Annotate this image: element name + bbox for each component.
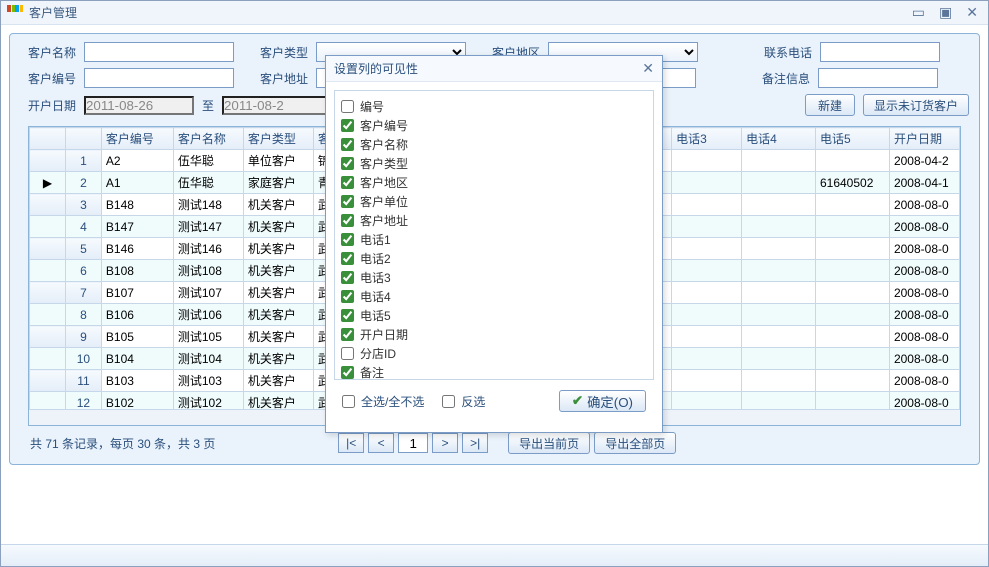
pager: |< < > >| 导出当前页 导出全部页 <box>338 432 676 454</box>
invert-checkbox[interactable]: 反选 <box>442 392 485 411</box>
column-visibility-dialog: 设置列的可见性 ✕ 编号客户编号客户名称客户类型客户地区客户单位客户地址电话1电… <box>325 55 663 433</box>
column-item[interactable]: 客户编号 <box>341 116 647 135</box>
column-item[interactable]: 编号 <box>341 97 647 116</box>
app-icon <box>7 5 23 21</box>
remark-input[interactable] <box>818 68 938 88</box>
column-item[interactable]: 客户名称 <box>341 135 647 154</box>
window-title: 客户管理 <box>29 4 77 21</box>
column-header[interactable]: 电话5 <box>815 128 889 150</box>
column-header[interactable]: 客户名称 <box>173 128 243 150</box>
maximize-icon[interactable]: ▣ <box>939 4 952 21</box>
record-summary: 共 71 条记录，每页 30 条，共 3 页 <box>30 435 215 452</box>
date-label: 开户日期 <box>20 97 76 114</box>
column-item[interactable]: 分店ID <box>341 344 647 363</box>
phone-input[interactable] <box>820 42 940 62</box>
name-label: 客户名称 <box>20 44 76 61</box>
statusbar <box>1 544 988 566</box>
date-from-input[interactable] <box>84 96 194 115</box>
titlebar[interactable]: 客户管理 ▭ ▣ ✕ <box>1 1 988 25</box>
column-header[interactable] <box>30 128 66 150</box>
dialog-title: 设置列的可见性 <box>334 60 418 77</box>
code-input[interactable] <box>84 68 234 88</box>
column-header[interactable]: 电话4 <box>742 128 816 150</box>
export-current-button[interactable]: 导出当前页 <box>508 432 590 454</box>
check-icon: ✔ <box>572 393 583 409</box>
export-all-button[interactable]: 导出全部页 <box>594 432 676 454</box>
phone-label: 联系电话 <box>756 44 812 61</box>
column-item[interactable]: 电话4 <box>341 287 647 306</box>
column-header[interactable]: 客户编号 <box>101 128 173 150</box>
column-header[interactable]: 开户日期 <box>889 128 959 150</box>
column-item[interactable]: 客户类型 <box>341 154 647 173</box>
column-header[interactable]: 电话3 <box>672 128 742 150</box>
next-page-button[interactable]: > <box>432 433 458 453</box>
column-item[interactable]: 电话3 <box>341 268 647 287</box>
new-button[interactable]: 新建 <box>805 94 855 116</box>
column-item[interactable]: 电话2 <box>341 249 647 268</box>
code-label: 客户编号 <box>20 70 76 87</box>
type-label: 客户类型 <box>252 44 308 61</box>
remark-label: 备注信息 <box>754 70 810 87</box>
column-header[interactable] <box>65 128 101 150</box>
show-noorder-button[interactable]: 显示未订货客户 <box>863 94 969 116</box>
name-input[interactable] <box>84 42 234 62</box>
prev-page-button[interactable]: < <box>368 433 394 453</box>
to-label: 至 <box>202 97 214 114</box>
last-page-button[interactable]: >| <box>462 433 488 453</box>
column-item[interactable]: 开户日期 <box>341 325 647 344</box>
column-header[interactable]: 客户类型 <box>243 128 313 150</box>
date-to-input[interactable] <box>222 96 332 115</box>
column-item[interactable]: 电话1 <box>341 230 647 249</box>
column-item[interactable]: 客户地址 <box>341 211 647 230</box>
page-input[interactable] <box>398 433 428 453</box>
column-item[interactable]: 电话5 <box>341 306 647 325</box>
column-item[interactable]: 客户地区 <box>341 173 647 192</box>
column-checklist: 编号客户编号客户名称客户类型客户地区客户单位客户地址电话1电话2电话3电话4电话… <box>334 90 654 380</box>
dialog-close-icon[interactable]: ✕ <box>642 60 654 77</box>
select-all-checkbox[interactable]: 全选/全不选 <box>342 392 424 411</box>
close-icon[interactable]: ✕ <box>966 4 978 21</box>
ok-button[interactable]: ✔确定(O) <box>559 390 646 412</box>
minimize-icon[interactable]: ▭ <box>912 4 925 21</box>
first-page-button[interactable]: |< <box>338 433 364 453</box>
main-window: 客户管理 ▭ ▣ ✕ 客户名称 客户类型 客户地区 联系电话 客户编号 客户地址… <box>0 0 989 567</box>
column-item[interactable]: 备注 <box>341 363 647 380</box>
addr-label: 客户地址 <box>252 70 308 87</box>
column-item[interactable]: 客户单位 <box>341 192 647 211</box>
